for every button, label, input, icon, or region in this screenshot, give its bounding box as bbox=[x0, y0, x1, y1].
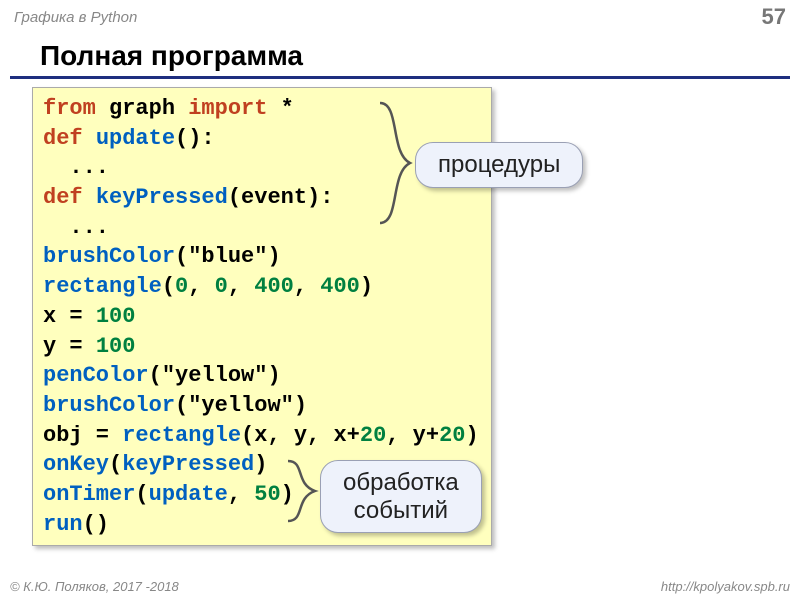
callout-text-line1: обработка bbox=[343, 469, 459, 496]
slide-footer: © К.Ю. Поляков, 2017 -2018 http://kpolya… bbox=[0, 579, 800, 596]
fn-run: run bbox=[43, 512, 83, 537]
fn-brushcolor: brushColor bbox=[43, 393, 175, 418]
kw-import: import bbox=[188, 96, 267, 121]
kw-def: def bbox=[43, 185, 83, 210]
copyright: © К.Ю. Поляков, 2017 -2018 bbox=[10, 579, 179, 594]
slide-title: Полная программа bbox=[10, 38, 790, 79]
fn-pencolor: penColor bbox=[43, 363, 149, 388]
fn-rectangle: rectangle bbox=[122, 423, 241, 448]
fn-update: update bbox=[96, 126, 175, 151]
ellipsis: ... bbox=[43, 215, 109, 240]
kw-def: def bbox=[43, 126, 83, 151]
fn-ontimer: onTimer bbox=[43, 482, 135, 507]
fn-onkey: onKey bbox=[43, 452, 109, 477]
callout-text: процедуры bbox=[438, 151, 560, 178]
fn-keypressed: keyPressed bbox=[96, 185, 228, 210]
kw-from: from bbox=[43, 96, 96, 121]
callout-text-line2: событий bbox=[354, 497, 448, 524]
callout-events: обработка событий bbox=[320, 460, 482, 533]
ellipsis: ... bbox=[43, 155, 109, 180]
page-number: 57 bbox=[762, 4, 786, 30]
subject-label: Графика в Python bbox=[14, 9, 137, 26]
slide-header: Графика в Python 57 bbox=[0, 0, 800, 38]
fn-rectangle: rectangle bbox=[43, 274, 162, 299]
fn-brushcolor: brushColor bbox=[43, 244, 175, 269]
callout-procedures: процедуры bbox=[415, 142, 583, 188]
footer-url: http://kpolyakov.spb.ru bbox=[661, 579, 790, 594]
